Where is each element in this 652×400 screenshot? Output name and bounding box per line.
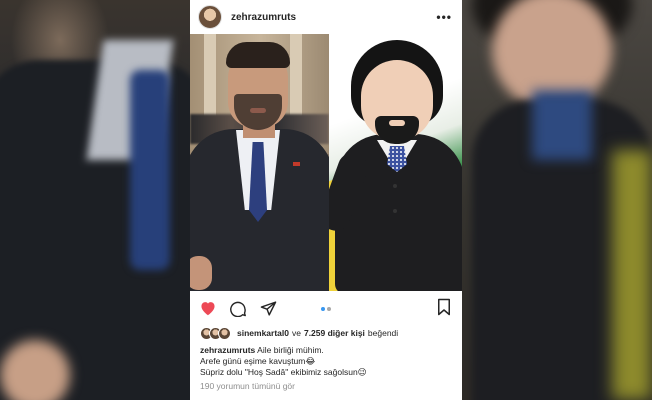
likes-suffix: beğendi	[367, 328, 399, 338]
caption-line-2: Arefe günü eşime kavuştum😂	[200, 356, 316, 366]
liker-avatars	[200, 326, 231, 340]
post-action-bar	[190, 291, 462, 325]
post-username[interactable]: zehrazumruts	[231, 12, 436, 23]
likes-count[interactable]: 7.259 diğer kişi	[304, 328, 365, 338]
post-caption: zehrazumruts Aile birliği mühim. Arefe g…	[190, 341, 462, 378]
caption-username[interactable]: zehrazumruts	[200, 345, 255, 355]
view-all-comments-link[interactable]: 190 yorumun tümünü gör	[190, 378, 462, 391]
carousel-indicator	[320, 307, 332, 311]
photo-doll	[329, 34, 462, 291]
post-header: zehrazumruts •••	[190, 0, 462, 34]
bookmark-icon[interactable]	[436, 298, 452, 321]
caption-line-3: Süpriz dolu "Hoş Sadâ" ekibimiz sağolsun…	[200, 367, 367, 377]
instagram-post-card: zehrazumruts ••• sinemkartal0 ve 7.259 d…	[190, 0, 462, 400]
likes-row: sinemkartal0 ve 7.259 diğer kişi beğendi	[190, 325, 462, 341]
heart-filled-icon[interactable]	[198, 298, 218, 318]
more-horizontal-icon[interactable]: •••	[436, 10, 452, 24]
post-image[interactable]	[190, 34, 462, 291]
profile-avatar[interactable]	[198, 5, 222, 29]
caption-line-1: Aile birliği mühim.	[257, 345, 324, 355]
carousel-dot-active	[321, 307, 325, 311]
carousel-dot	[327, 307, 331, 311]
paper-plane-icon[interactable]	[258, 298, 278, 318]
blurred-background-left	[0, 0, 190, 400]
photo-man	[190, 34, 329, 291]
liker-username[interactable]: sinemkartal0	[237, 328, 289, 338]
comment-icon[interactable]	[228, 298, 248, 318]
blurred-background-right	[462, 0, 652, 400]
likes-connector: ve	[291, 328, 301, 338]
